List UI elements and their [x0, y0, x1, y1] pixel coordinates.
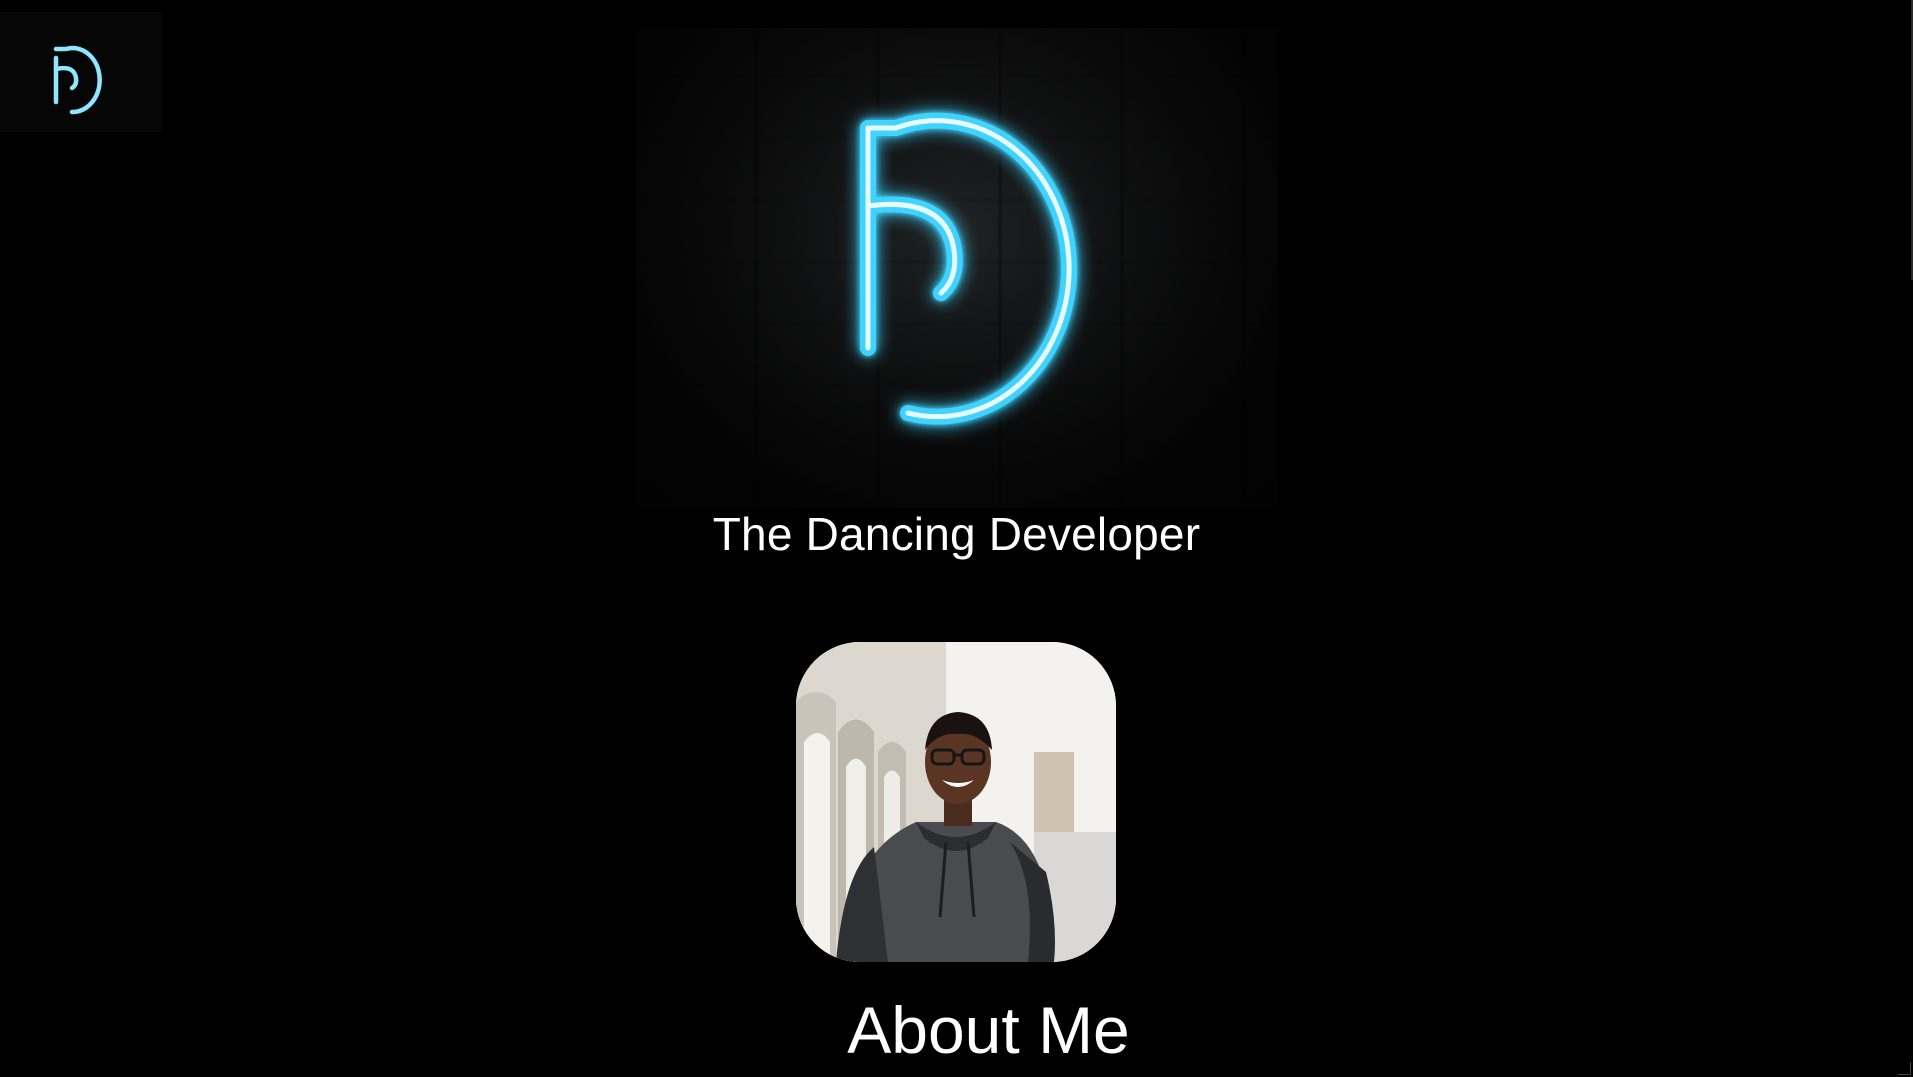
dd-monogram-icon — [53, 45, 102, 115]
profile-photo — [796, 642, 1116, 962]
site-title: The Dancing Developer — [712, 508, 1201, 560]
about-heading: About Me — [847, 993, 1130, 1067]
hero-banner — [636, 28, 1278, 508]
home-logo-link[interactable] — [0, 12, 162, 132]
page: The Dancing Developer About Me — [0, 0, 1913, 1077]
neon-dd-monogram-icon — [860, 112, 1078, 425]
resize-grip — [1898, 1062, 1911, 1075]
